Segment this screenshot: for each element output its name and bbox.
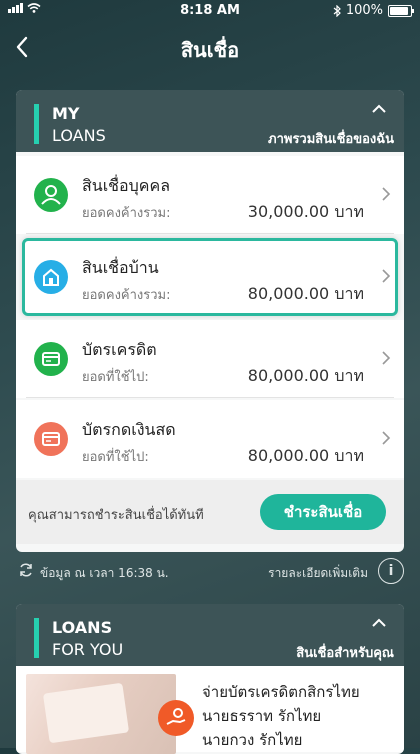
accent-bar [34,618,39,658]
my-loans-header[interactable]: MY LOANS ภาพรวมสินเชื่อของฉัน [16,90,404,152]
pay-text: คุณสามารถชำระสินเชื่อได้ทันที [28,508,204,523]
loan-amount: 80,000.00 บาท [247,284,364,303]
chevron-right-icon [382,187,391,201]
loan-item-cash-card[interactable]: บัตรกดเงินสด ยอดที่ใช้ไป: 80,000.00 บาท [16,400,404,478]
loan-name: บัตรเครดิต [82,340,157,359]
updated-time: ข้อมูล ณ เวลา 16:38 น. [40,566,169,580]
my-loans-card: MY LOANS ภาพรวมสินเชื่อของฉัน สินเชื่อบุ… [16,90,404,552]
credit-card-icon [34,342,68,376]
promo-line: นายธรราท รักไทย [202,707,322,725]
battery-icon [388,4,414,17]
status-bar: 8:18 AM 100% [0,0,420,22]
pay-row: คุณสามารถชำระสินเชื่อได้ทันที ชำระสินเชื… [16,480,404,544]
info-row: ข้อมูล ณ เวลา 16:38 น. รายละเอียดเพิ่มเต… [0,558,420,586]
accent-bar [34,104,39,144]
hand-coin-icon [158,700,194,736]
loan-amount: 80,000.00 บาท [247,446,364,465]
loan-name: สินเชื่อบุคคล [82,176,171,195]
loan-name: สินเชื่อบ้าน [82,258,159,277]
page-title: สินเชื่อ [180,38,240,62]
loan-label: ยอดที่ใช้ไป: [82,450,149,465]
loan-label: ยอดคงค้างรวม: [82,206,171,221]
pay-loan-button[interactable]: ชำระสินเชื่อ [260,494,386,530]
loans-for-you-link[interactable]: สินเชื่อสำหรับคุณ [296,642,394,663]
refresh-icon[interactable] [18,562,34,578]
loan-amount: 80,000.00 บาท [247,366,364,385]
loans-overview-link[interactable]: ภาพรวมสินเชื่อของฉัน [268,128,394,149]
loan-label: ยอดที่ใช้ไป: [82,370,149,385]
my-loans-title-1: MY [52,104,80,123]
loans-for-you-title-2: FOR YOU [52,640,124,659]
bluetooth-icon [333,4,341,17]
more-details-link[interactable]: รายละเอียดเพิ่มเติม [268,564,368,583]
person-icon [34,178,68,212]
chevron-up-icon[interactable] [372,616,386,630]
loan-label: ยอดคงค้างรวม: [82,288,171,303]
promo-item[interactable]: จ่ายบัตรเครดิตกสิกรไทย นายธรราท รักไทย น… [16,666,404,754]
chevron-right-icon [382,351,391,365]
loan-amount: 30,000.00 บาท [247,202,364,221]
loan-item-home[interactable]: สินเชื่อบ้าน ยอดคงค้างรวม: 80,000.00 บาท [22,238,398,316]
home-icon [34,260,68,294]
chevron-right-icon [382,431,391,445]
loan-item-credit-card[interactable]: บัตรเครดิต ยอดที่ใช้ไป: 80,000.00 บาท [16,320,404,398]
loans-for-you-card: LOANS FOR YOU สินเชื่อสำหรับคุณ จ่ายบัตร… [16,604,404,754]
battery-percent: 100% [345,3,383,18]
loans-for-you-title-1: LOANS [52,618,113,637]
my-loans-title-2: LOANS [52,126,106,145]
chevron-up-icon[interactable] [372,102,386,116]
loans-for-you-header[interactable]: LOANS FOR YOU สินเชื่อสำหรับคุณ [16,604,404,666]
loan-item-personal[interactable]: สินเชื่อบุคคล ยอดคงค้างรวม: 30,000.00 บา… [16,156,404,234]
promo-line: จ่ายบัตรเครดิตกสิกรไทย [202,683,360,701]
promo-image [26,674,176,754]
chevron-right-icon [382,269,391,283]
promo-line: นายกวง รักไทย [202,731,303,749]
nav-bar: สินเชื่อ [0,26,420,70]
status-right: 100% [333,3,414,18]
info-icon[interactable]: i [378,558,404,584]
loan-name: บัตรกดเงินสด [82,420,176,439]
cash-card-icon [34,422,68,456]
